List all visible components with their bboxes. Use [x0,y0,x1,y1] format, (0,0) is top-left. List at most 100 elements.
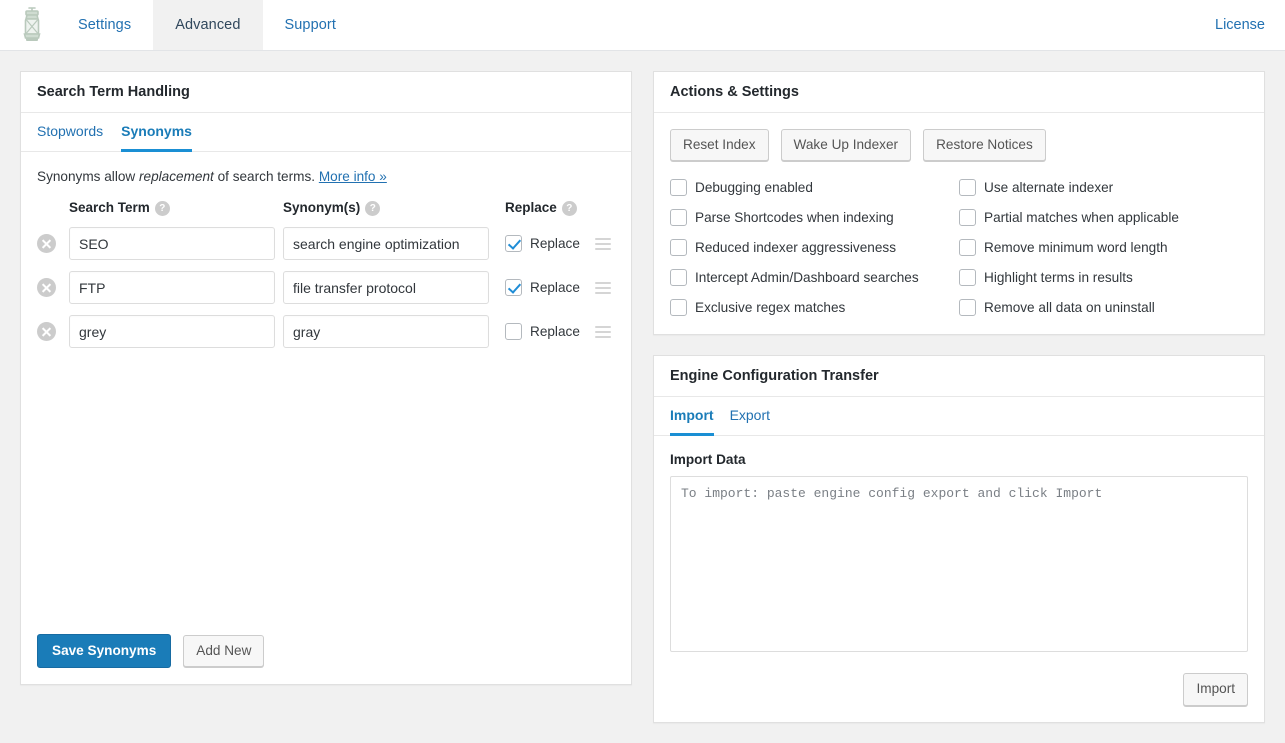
setting-remove-all-data-on-uninstall[interactable]: Remove all data on uninstall [959,299,1248,316]
actions-settings-body: Reset Index Wake Up Indexer Restore Noti… [654,113,1264,334]
replace-checkbox[interactable] [505,279,522,296]
setting-parse-shortcodes[interactable]: Parse Shortcodes when indexing [670,209,959,226]
setting-checkbox[interactable] [670,269,687,286]
drag-handle-icon[interactable] [595,238,611,250]
engine-configuration-transfer-panel: Engine Configuration Transfer Import Exp… [653,355,1265,722]
actions-settings-title: Actions & Settings [654,72,1264,113]
delete-row-icon[interactable] [37,278,56,297]
import-button[interactable]: Import [1183,673,1248,705]
help-icon-search-term[interactable]: ? [155,201,170,216]
synonyms-table-header: Search Term? Synonym(s)? Replace? [37,200,615,216]
setting-use-alternate-indexer[interactable]: Use alternate indexer [959,179,1248,196]
setting-intercept-admin-searches[interactable]: Intercept Admin/Dashboard searches [670,269,959,286]
setting-checkbox[interactable] [959,299,976,316]
tab-advanced-label: Advanced [175,17,240,33]
setting-label: Reduced indexer aggressiveness [695,240,896,255]
setting-label: Debugging enabled [695,180,813,195]
replace-cell: Replace [505,279,595,296]
synonyms-footer: Save Synonyms Add New [21,618,631,684]
synonym-cell [283,227,505,260]
tab-settings[interactable]: Settings [56,0,153,50]
setting-reduced-aggressiveness[interactable]: Reduced indexer aggressiveness [670,239,959,256]
setting-checkbox[interactable] [959,239,976,256]
setting-label: Remove minimum word length [984,240,1168,255]
subtab-export[interactable]: Export [730,407,770,436]
synonym-input[interactable] [283,227,489,260]
import-data-label: Import Data [670,452,1248,467]
search-term-cell [69,227,283,260]
setting-partial-matches[interactable]: Partial matches when applicable [959,209,1248,226]
search-term-input[interactable] [69,227,275,260]
engine-transfer-footer: Import [654,673,1264,721]
drag-handle-cell [595,326,619,338]
synonyms-description: Synonyms allow replacement of search ter… [21,152,631,184]
subtab-stopwords-label: Stopwords [37,123,103,139]
left-column: Search Term Handling Stopwords Synonyms … [20,71,632,685]
synonym-cell [283,315,505,348]
setting-checkbox[interactable] [670,179,687,196]
tab-support[interactable]: Support [263,0,359,50]
settings-column-right: Use alternate indexer Partial matches wh… [959,179,1248,316]
more-info-link[interactable]: More info » [319,169,387,184]
table-row: Replace [37,271,615,304]
top-navigation-bar: Settings Advanced Support License [0,0,1285,51]
setting-checkbox[interactable] [670,299,687,316]
import-data-textarea[interactable] [670,476,1248,652]
drag-handle-cell [595,238,619,250]
subtab-import[interactable]: Import [670,407,714,436]
license-link[interactable]: License [1215,0,1265,50]
subtab-synonyms[interactable]: Synonyms [121,123,192,152]
setting-highlight-terms[interactable]: Highlight terms in results [959,269,1248,286]
setting-checkbox[interactable] [959,209,976,226]
engine-transfer-title: Engine Configuration Transfer [654,356,1264,397]
search-term-input[interactable] [69,315,275,348]
restore-notices-button[interactable]: Restore Notices [923,129,1046,161]
search-term-handling-panel: Search Term Handling Stopwords Synonyms … [20,71,632,685]
drag-handle-icon[interactable] [595,326,611,338]
header-replace-label: Replace [505,200,557,215]
search-term-input[interactable] [69,271,275,304]
synonym-input[interactable] [283,315,489,348]
search-term-handling-title: Search Term Handling [21,72,631,113]
delete-row-icon[interactable] [37,322,56,341]
setting-checkbox[interactable] [959,269,976,286]
subtab-stopwords[interactable]: Stopwords [37,123,103,152]
drag-handle-icon[interactable] [595,282,611,294]
delete-row-cell [37,322,69,341]
wake-up-indexer-button[interactable]: Wake Up Indexer [781,129,912,161]
save-synonyms-button[interactable]: Save Synonyms [37,634,171,668]
tab-settings-label: Settings [78,17,131,33]
setting-checkbox[interactable] [670,209,687,226]
setting-label: Intercept Admin/Dashboard searches [695,270,919,285]
help-icon-synonyms[interactable]: ? [365,201,380,216]
replace-checkbox[interactable] [505,323,522,340]
description-emphasis: replacement [139,169,214,184]
setting-remove-minimum-word-length[interactable]: Remove minimum word length [959,239,1248,256]
subtab-import-label: Import [670,407,714,423]
tab-support-label: Support [285,17,337,33]
header-search-term: Search Term? [69,200,283,216]
add-new-button[interactable]: Add New [183,635,264,667]
subtab-export-label: Export [730,407,770,423]
tab-advanced[interactable]: Advanced [153,0,262,50]
delete-row-icon[interactable] [37,234,56,253]
page-content: Search Term Handling Stopwords Synonyms … [0,51,1285,743]
delete-row-cell [37,234,69,253]
setting-label: Exclusive regex matches [695,300,845,315]
synonym-input[interactable] [283,271,489,304]
setting-exclusive-regex-matches[interactable]: Exclusive regex matches [670,299,959,316]
panel-title-text: Actions & Settings [670,84,799,100]
setting-label: Use alternate indexer [984,180,1113,195]
license-link-label: License [1215,17,1265,33]
replace-checkbox[interactable] [505,235,522,252]
setting-checkbox[interactable] [959,179,976,196]
reset-index-button[interactable]: Reset Index [670,129,769,161]
search-term-subtabs: Stopwords Synonyms [21,113,631,152]
right-column: Actions & Settings Reset Index Wake Up I… [653,71,1265,723]
setting-checkbox[interactable] [670,239,687,256]
setting-debugging-enabled[interactable]: Debugging enabled [670,179,959,196]
help-icon-replace[interactable]: ? [562,201,577,216]
synonym-cell [283,271,505,304]
engine-transfer-subtabs: Import Export [654,397,1264,436]
delete-row-cell [37,278,69,297]
